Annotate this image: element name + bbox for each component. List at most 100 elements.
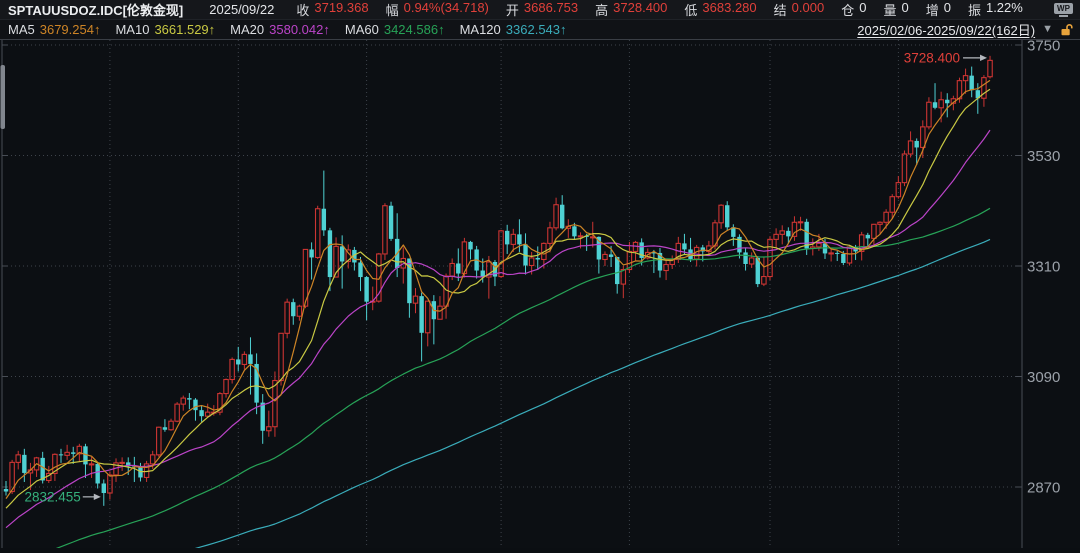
chevron-down-icon[interactable]: ▼ xyxy=(1042,24,1053,35)
candle-down xyxy=(291,302,295,316)
range-selector[interactable]: 2025/02/06-2025/09/22(162日) ▼ xyxy=(857,20,1074,39)
candle-down xyxy=(615,257,619,284)
low-arrow-head xyxy=(94,494,101,500)
candle-up xyxy=(939,100,943,108)
wp-monitor-icon[interactable]: WP xyxy=(1054,3,1073,17)
candle-down xyxy=(163,427,167,430)
candle-up xyxy=(413,296,417,303)
candle-up xyxy=(621,270,625,285)
candle-up xyxy=(297,306,301,316)
candle-up xyxy=(224,380,228,394)
candle-down xyxy=(193,400,197,411)
candle-down xyxy=(328,230,332,277)
ma10-line xyxy=(6,89,990,508)
candle-down xyxy=(364,277,368,302)
candlestick-chart[interactable]: 375035303310309028703728.4002832.455 xyxy=(0,40,1080,548)
left-scrollbar-handle[interactable] xyxy=(1,65,6,129)
candle-down xyxy=(59,454,63,455)
date-range-label[interactable]: 2025/02/06-2025/09/22(162日) xyxy=(857,20,1035,39)
candle-up xyxy=(175,404,179,421)
quote-date: 2025/09/22 xyxy=(209,2,274,17)
y-axis-label: 3530 xyxy=(1027,148,1060,165)
candle-up xyxy=(242,354,246,364)
candle-down xyxy=(419,296,423,333)
candle-up xyxy=(65,452,69,455)
candle-up xyxy=(603,254,607,259)
candle-down xyxy=(505,231,509,245)
candle-down xyxy=(456,263,460,273)
candle-up xyxy=(633,242,637,251)
candle-up xyxy=(878,222,882,224)
quote-field-高: 高3728.400 xyxy=(595,0,667,19)
candle-up xyxy=(921,127,925,148)
candle-up xyxy=(664,264,668,270)
quote-field-仓: 仓0 xyxy=(841,0,866,19)
candle-down xyxy=(517,234,521,244)
ma-value-ma60: MA603424.586↑ xyxy=(345,22,445,37)
ma20-line xyxy=(6,130,990,528)
candle-up xyxy=(591,237,595,238)
candle-up xyxy=(578,236,582,237)
candle-down xyxy=(866,235,870,239)
candle-up xyxy=(719,205,723,223)
candle-up xyxy=(450,263,454,276)
candle-down xyxy=(95,464,99,484)
candle-down xyxy=(389,206,393,239)
ma-value-ma20: MA203580.042↑ xyxy=(230,22,330,37)
candle-up xyxy=(988,60,992,76)
candle-up xyxy=(285,302,289,333)
candle-up xyxy=(267,427,271,431)
candle-down xyxy=(536,258,540,260)
candle-up xyxy=(817,243,821,247)
candle-up xyxy=(181,398,185,404)
candle-up xyxy=(230,359,234,379)
chart-area: 375035303310309028703728.4002832.455 xyxy=(0,40,1080,548)
candle-down xyxy=(945,100,949,104)
candle-up xyxy=(798,222,802,223)
candle-up xyxy=(927,102,931,127)
candle-down xyxy=(236,359,240,364)
candle-down xyxy=(743,252,747,264)
candle-down xyxy=(914,141,918,148)
ma5-line xyxy=(6,80,990,498)
candle-down xyxy=(261,403,265,431)
instrument-title: SPTAUUSDOZ.IDC[伦敦金现] xyxy=(8,0,183,19)
ma-value-ma5: MA53679.254↑ xyxy=(8,22,100,37)
low-price-label: 2832.455 xyxy=(24,489,80,504)
candle-up xyxy=(120,462,124,463)
candle-up xyxy=(150,455,154,464)
quote-field-量: 量0 xyxy=(883,0,908,19)
quote-bar: SPTAUUSDOZ.IDC[伦敦金现] 2025/09/22 收3719.36… xyxy=(0,0,1080,20)
candle-down xyxy=(71,452,75,454)
ma-values: MA53679.254↑MA103661.529↑MA203580.042↑MA… xyxy=(8,22,567,37)
candle-up xyxy=(548,228,552,244)
candle-down xyxy=(969,76,973,91)
candle-down xyxy=(841,254,845,263)
candle-up xyxy=(16,455,20,463)
candle-down xyxy=(22,455,26,473)
quote-field-幅: 幅0.94%(34.718) xyxy=(386,0,489,19)
candle-up xyxy=(554,205,558,228)
high-arrow-head xyxy=(980,55,987,61)
quote-fields: 收3719.368幅0.94%(34.718)开3686.753高3728.40… xyxy=(296,0,1023,19)
y-axis-label: 3310 xyxy=(1027,259,1060,276)
quote-field-增: 增0 xyxy=(926,0,951,19)
candle-down xyxy=(560,205,564,229)
candle-down xyxy=(322,209,326,231)
ma-bar: MA53679.254↑MA103661.529↑MA203580.042↑MA… xyxy=(0,20,1080,40)
candle-down xyxy=(340,246,344,261)
ma-value-ma120: MA1203362.543↑ xyxy=(460,22,567,37)
y-axis-label: 2870 xyxy=(1027,480,1060,497)
quote-field-结: 结0.000 xyxy=(774,0,825,19)
quote-field-振: 振1.22% xyxy=(968,0,1023,19)
candle-up xyxy=(529,258,533,266)
unlock-icon[interactable] xyxy=(1060,23,1074,37)
candle-up xyxy=(749,258,753,264)
wp-icon-label: WP xyxy=(1054,3,1073,14)
candle-up xyxy=(774,234,778,239)
quote-field-开: 开3686.753 xyxy=(506,0,578,19)
candle-down xyxy=(835,253,839,254)
candle-down xyxy=(725,205,729,227)
candle-up xyxy=(884,212,888,222)
candle-up xyxy=(438,306,442,319)
